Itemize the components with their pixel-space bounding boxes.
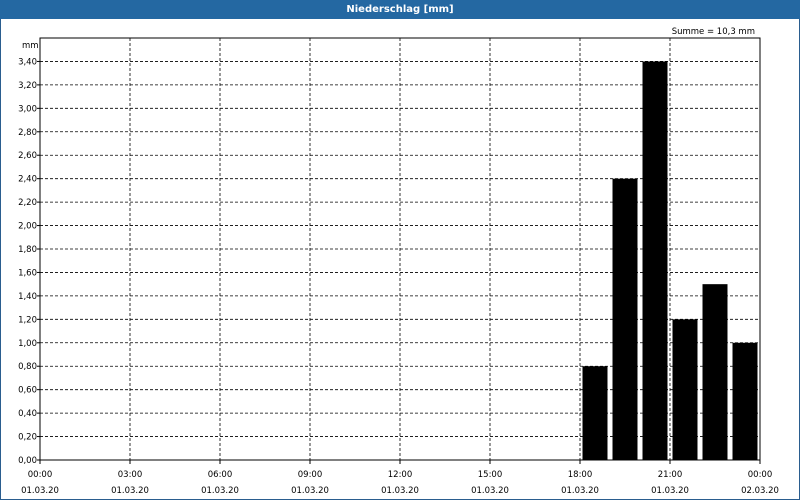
y-tick-label: 2,20 — [18, 198, 37, 208]
sum-label: Summe = 10,3 mm — [672, 27, 755, 37]
y-tick-label: 3,20 — [18, 81, 37, 91]
x-tick-labels: 00:00 01.03.20 03:00 01.03.20 06:00 01.03.20 0… — [21, 470, 779, 496]
y-tick-label: 0,40 — [18, 409, 37, 419]
precipitation-bar — [642, 61, 668, 460]
precipitation-bar — [582, 366, 608, 460]
x-tick-date: 01.03.20 — [381, 486, 419, 496]
x-tick-time: 18:00 — [568, 470, 593, 480]
precipitation-bar — [672, 319, 698, 460]
precipitation-bar — [612, 178, 638, 460]
x-tick-date: 01.03.20 — [21, 486, 59, 496]
x-tick-time: 06:00 — [208, 470, 233, 480]
precipitation-bar — [702, 284, 728, 460]
precipitation-chart: mm Summe = 10,3 mm 0,00 0,20 0,40 0,60 0,80 1… — [18, 27, 779, 496]
x-tick-time: 12:00 — [388, 470, 413, 480]
y-tick-label: 0,80 — [18, 362, 37, 372]
y-tick-label: 3,40 — [18, 57, 37, 67]
y-tick-label: 1,40 — [18, 292, 37, 302]
y-tick-label: 2,80 — [18, 128, 37, 138]
x-tick-date: 01.03.20 — [471, 486, 509, 496]
y-tick-label: 1,00 — [18, 339, 37, 349]
y-tick-label: 2,60 — [18, 151, 37, 161]
x-tick-date: 01.03.20 — [561, 486, 599, 496]
x-tick-time: 00:00 — [28, 470, 53, 480]
y-axis-label: mm — [22, 41, 39, 51]
x-tick-date: 01.03.20 — [651, 486, 689, 496]
precipitation-bar — [732, 342, 758, 460]
y-tick-label: 1,80 — [18, 245, 37, 255]
y-tick-labels: 0,00 0,20 0,40 0,60 0,80 1,00 1,20 1,40 1,60 1,80… — [18, 57, 37, 466]
y-tick-label: 1,60 — [18, 268, 37, 278]
x-tick-date: 01.03.20 — [291, 486, 329, 496]
y-tick-label: 0,60 — [18, 386, 37, 396]
y-tick-label: 1,20 — [18, 315, 37, 325]
x-tick-date: 01.03.20 — [111, 486, 149, 496]
x-tick-date: 02.03.20 — [741, 486, 779, 496]
x-tick-time: 03:00 — [118, 470, 143, 480]
x-tick-time: 09:00 — [298, 470, 323, 480]
x-tick-time: 15:00 — [478, 470, 503, 480]
y-tick-label: 0,00 — [18, 456, 37, 466]
y-tick-label: 3,00 — [18, 104, 37, 114]
y-tick-label: 0,20 — [18, 433, 37, 443]
x-tick-date: 01.03.20 — [201, 486, 239, 496]
y-tick-label: 2,40 — [18, 175, 37, 185]
x-tick-time: 00:00 — [748, 470, 773, 480]
x-tick-time: 21:00 — [658, 470, 683, 480]
y-tick-label: 2,00 — [18, 222, 37, 232]
